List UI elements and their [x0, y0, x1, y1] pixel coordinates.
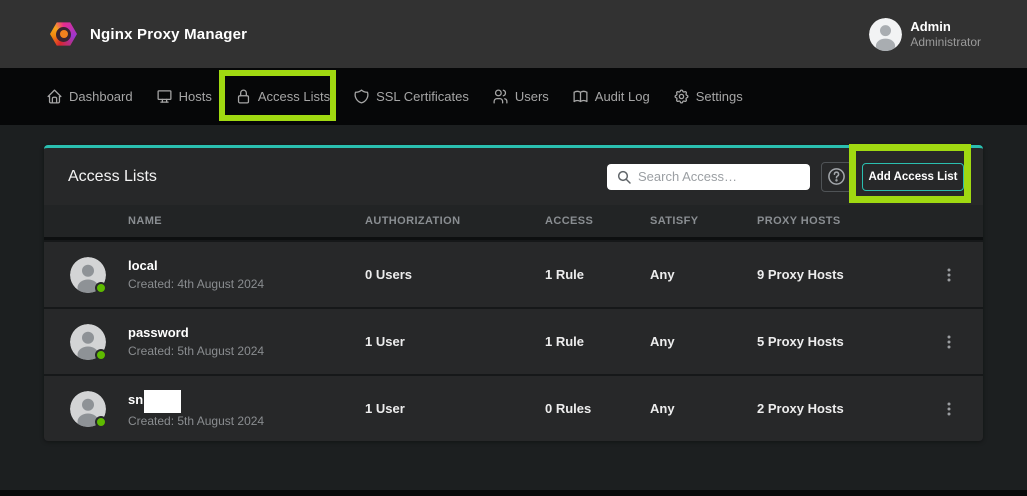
home-icon	[46, 88, 63, 105]
cell-access: 0 Rules	[545, 401, 650, 416]
access-list-created: Created: 4th August 2024	[128, 276, 264, 293]
column-header-proxy-hosts: PROXY HOSTS	[757, 215, 941, 227]
column-header-access: ACCESS	[545, 215, 650, 227]
cell-authorization: 1 User	[365, 401, 545, 416]
access-list-created: Created: 5th August 2024	[128, 413, 264, 430]
row-menu-button[interactable]	[941, 334, 983, 350]
table-row[interactable]: sn Created: 5th August 2024 1 User 0 Rul…	[44, 374, 983, 441]
app-logo-icon	[50, 21, 77, 48]
user-name: Admin	[910, 19, 981, 35]
app-title: Nginx Proxy Manager	[90, 26, 247, 43]
lock-icon	[235, 88, 252, 105]
status-online-dot	[95, 282, 107, 294]
help-button[interactable]	[821, 162, 852, 192]
access-list-name: local	[128, 257, 264, 274]
cell-proxy-hosts: 9 Proxy Hosts	[757, 267, 941, 282]
cell-proxy-hosts: 2 Proxy Hosts	[757, 401, 941, 416]
footer-strip	[0, 490, 1027, 496]
panel-title: Access Lists	[68, 168, 157, 186]
nav-audit-log[interactable]: Audit Log	[572, 88, 650, 105]
row-menu-button[interactable]	[941, 267, 983, 283]
column-header-name: NAME	[44, 215, 365, 227]
nav-hosts[interactable]: Hosts	[156, 88, 212, 105]
content-area: Access Lists Add Access List NAME AUTHOR…	[0, 125, 1027, 441]
status-online-dot	[95, 416, 107, 428]
access-lists-panel: Access Lists Add Access List NAME AUTHOR…	[44, 145, 983, 441]
access-list-created: Created: 5th August 2024	[128, 343, 264, 360]
nav-ssl-certificates[interactable]: SSL Certificates	[353, 88, 469, 105]
column-header-satisfy: SATISFY	[650, 215, 757, 227]
cell-satisfy: Any	[650, 401, 757, 416]
nav-access-lists[interactable]: Access Lists	[235, 88, 330, 105]
nav-users[interactable]: Users	[492, 88, 549, 105]
nav-dashboard[interactable]: Dashboard	[46, 88, 133, 105]
cell-authorization: 1 User	[365, 334, 545, 349]
search-input[interactable]	[607, 164, 810, 190]
search-icon	[616, 169, 632, 190]
cell-access: 1 Rule	[545, 267, 650, 282]
user-avatar	[869, 18, 902, 51]
cell-authorization: 0 Users	[365, 267, 545, 282]
row-avatar	[70, 324, 106, 360]
search-box	[607, 164, 810, 190]
redaction-box	[144, 390, 181, 413]
access-list-name: password	[128, 324, 264, 341]
nav-settings[interactable]: Settings	[673, 88, 743, 105]
monitor-icon	[156, 88, 173, 105]
status-online-dot	[95, 349, 107, 361]
shield-icon	[353, 88, 370, 105]
column-header-authorization: AUTHORIZATION	[365, 215, 545, 227]
add-access-list-button[interactable]: Add Access List	[862, 163, 964, 191]
row-avatar	[70, 257, 106, 293]
gear-icon	[673, 88, 690, 105]
user-role: Administrator	[910, 35, 981, 50]
cell-proxy-hosts: 5 Proxy Hosts	[757, 334, 941, 349]
table-row[interactable]: password Created: 5th August 2024 1 User…	[44, 307, 983, 374]
access-list-name: sn	[128, 388, 264, 411]
app-header: Nginx Proxy Manager Admin Administrator	[0, 0, 1027, 68]
cell-satisfy: Any	[650, 334, 757, 349]
row-menu-button[interactable]	[941, 401, 983, 417]
table-row[interactable]: local Created: 4th August 2024 0 Users 1…	[44, 240, 983, 307]
row-avatar	[70, 391, 106, 427]
cell-access: 1 Rule	[545, 334, 650, 349]
user-menu[interactable]: Admin Administrator	[869, 18, 981, 51]
main-nav: Dashboard Hosts Access Lists SSL Certifi…	[0, 68, 1027, 125]
table-header: NAME AUTHORIZATION ACCESS SATISFY PROXY …	[44, 205, 983, 240]
book-icon	[572, 88, 589, 105]
cell-satisfy: Any	[650, 267, 757, 282]
users-icon	[492, 88, 509, 105]
